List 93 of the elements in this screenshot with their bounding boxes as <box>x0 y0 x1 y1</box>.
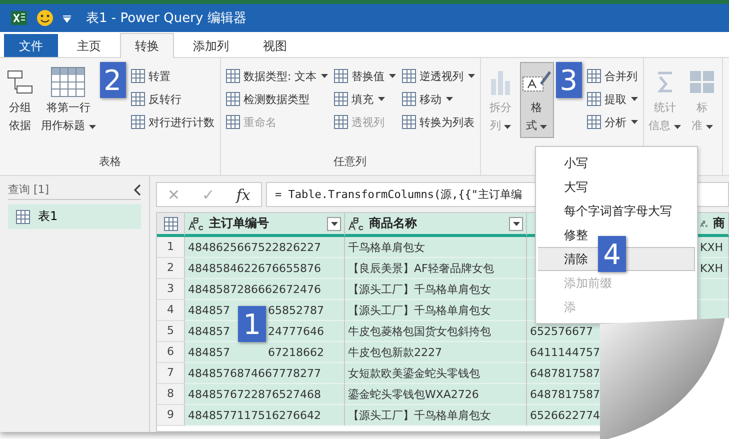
ribbon-tab[interactable]: 视图 <box>248 34 302 57</box>
collapse-chevron-icon[interactable] <box>133 184 141 196</box>
ribbon-button[interactable]: 分组 依据 <box>3 62 37 138</box>
row-number: 6 <box>157 342 185 363</box>
file-tab[interactable]: 文件 <box>4 34 58 57</box>
table-cell: 千鸟格单肩包女 <box>345 237 527 258</box>
table-icon <box>334 69 348 83</box>
ribbon-tab[interactable]: 添加列 <box>178 34 244 57</box>
ribbon-button[interactable]: 逆透视列 <box>400 66 477 86</box>
table-cell: 女短款欧美鎏金蛇头零钱包 <box>345 363 527 384</box>
filter-dropdown[interactable] <box>327 216 341 230</box>
ribbon-button[interactable]: 填充 <box>332 89 398 109</box>
ribbon-tab[interactable]: 主页 <box>62 34 116 57</box>
excel-logo-icon <box>10 10 28 26</box>
table-cell: KXH <box>697 237 729 258</box>
column-header[interactable]: 主订单编号 <box>185 213 345 237</box>
callout-badge: 4 <box>598 236 626 272</box>
caret-icon <box>330 222 338 226</box>
table-icon <box>334 92 348 106</box>
ribbon-button[interactable]: 数据类型: 文本 <box>224 66 330 86</box>
row-number: 2 <box>157 258 185 279</box>
column-header[interactable]: 商 <box>697 213 729 237</box>
callout-badge: 3 <box>556 62 582 98</box>
row-number: 9 <box>157 405 185 426</box>
group-label: 任意列 <box>332 154 368 170</box>
ribbon-button[interactable]: 对行进行计数 <box>128 112 216 132</box>
table-icon <box>130 69 144 83</box>
smiley-icon[interactable] <box>36 9 54 27</box>
table-cell: 【源头工厂】千鸟格单肩包女 <box>345 300 527 321</box>
text-type-icon <box>188 216 204 230</box>
ribbon-button[interactable]: 转换为列表 <box>400 112 477 132</box>
ribbon-button[interactable]: 替换值 <box>332 66 398 86</box>
filter-dropdown[interactable] <box>509 216 523 230</box>
table-cell: 【源头工厂】千鸟格单肩包女 <box>345 279 527 300</box>
table-cell: 鎏金蛇头零钱包WXA2726 <box>345 384 527 405</box>
ribbon-button[interactable]: 格 式 <box>520 62 554 138</box>
group-label: 表格 <box>98 154 122 170</box>
column-header[interactable]: 商品名称 <box>345 213 527 237</box>
table-cell: 【源头工厂】千鸟格单肩包女 <box>345 405 527 426</box>
text-type-icon <box>348 216 364 230</box>
table-cell: 4848577117516276642 <box>185 405 345 426</box>
table-cell: 4848576722876527468 <box>185 384 345 405</box>
table-icon <box>402 69 416 83</box>
customize-caret-icon[interactable] <box>62 13 72 23</box>
table-cell: 4848625667522826227 <box>185 237 345 258</box>
table-cell: 484857 67218662 <box>185 342 345 363</box>
table-icon <box>402 92 416 106</box>
window-title: 表1 - Power Query 编辑器 <box>86 10 246 27</box>
table-cell: 4848587286662672476 <box>185 279 345 300</box>
table-cell: 4848584622676655876 <box>185 258 345 279</box>
ribbon-tab[interactable]: 转换 <box>120 33 174 58</box>
table-icon <box>226 69 240 83</box>
table-icon <box>226 115 240 129</box>
menu-item[interactable]: 大写 <box>538 175 695 199</box>
callout-badge: 2 <box>100 62 126 98</box>
table-cell: 【良辰美景】AF轻奢品牌女包 <box>345 258 527 279</box>
queries-header: 查询 [1] <box>8 182 50 197</box>
ribbon-button[interactable]: 分析 <box>584 112 640 132</box>
table-icon <box>130 115 144 129</box>
query-item[interactable]: 表1 <box>8 204 141 229</box>
row-number: 8 <box>157 384 185 405</box>
table-icon <box>164 216 178 230</box>
ribbon-button[interactable]: 合并列 <box>584 66 640 86</box>
table-icon <box>51 67 86 97</box>
row-number: 5 <box>157 321 185 342</box>
ribbon-button[interactable]: 将第一行 用作标题 <box>39 62 98 138</box>
menu-item[interactable]: 每个字词首字母大写 <box>538 199 695 223</box>
ribbon-button[interactable]: 检测数据类型 <box>224 89 330 109</box>
table-menu-button[interactable] <box>157 213 185 237</box>
menu-item[interactable]: 小写 <box>538 151 695 175</box>
table-icon <box>402 115 416 129</box>
table-cell: 牛皮包菱格包国货女包斜挎包 <box>345 321 527 342</box>
table-cell: KXH <box>697 258 729 279</box>
table-icon <box>586 69 601 83</box>
table-icon <box>16 210 30 224</box>
row-number: 3 <box>157 279 185 300</box>
row-number: 4 <box>157 300 185 321</box>
callout-badge: 1 <box>238 306 266 342</box>
table-cell: 4848576874667778277 <box>185 363 345 384</box>
ribbon-button[interactable]: 反转行 <box>128 89 216 109</box>
table-cell: 牛皮包包新款2227 <box>345 342 527 363</box>
row-number: 1 <box>157 237 185 258</box>
table-icon <box>586 115 601 129</box>
ribbon-button[interactable]: 移动 <box>400 89 477 109</box>
ribbon-button[interactable]: 提取 <box>584 89 640 109</box>
function-button[interactable]: fx <box>234 186 252 204</box>
table-icon <box>586 92 601 106</box>
row-number: 7 <box>157 363 185 384</box>
caret-icon <box>512 222 520 226</box>
table-icon <box>334 115 348 129</box>
table-icon <box>226 92 240 106</box>
ribbon-button[interactable]: 转置 <box>128 66 216 86</box>
table-icon <box>130 92 144 106</box>
